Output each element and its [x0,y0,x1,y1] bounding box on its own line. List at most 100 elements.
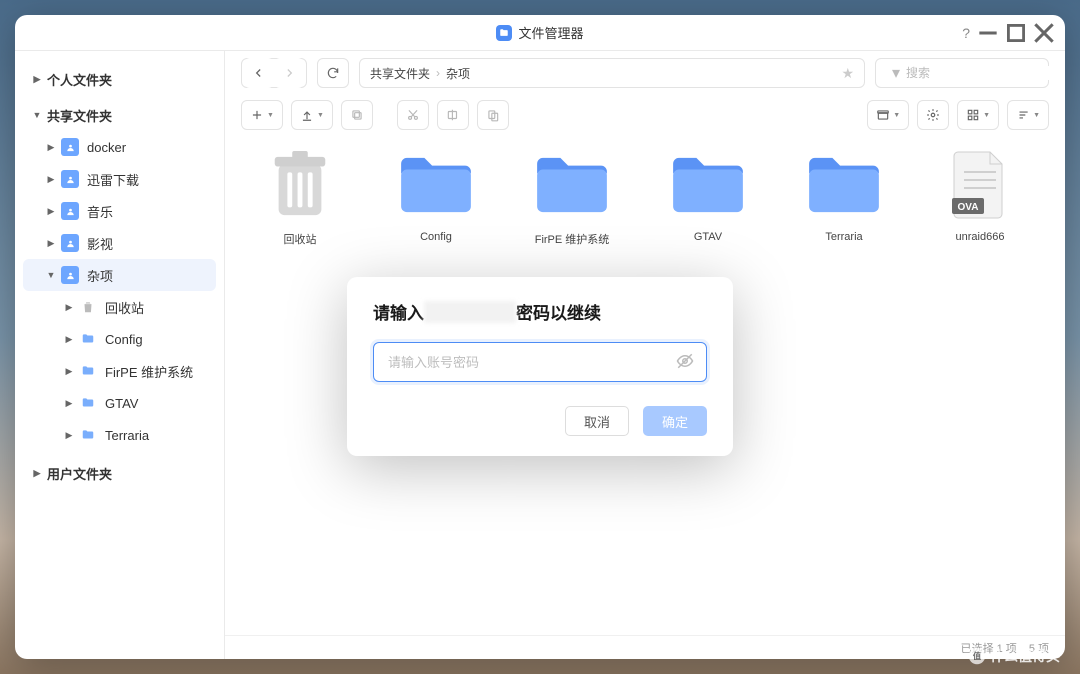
sidebar-item-config[interactable]: ▶ Config [23,323,216,355]
caret-right-icon: ▶ [63,334,75,345]
share-folder-icon [61,202,79,220]
sidebar-item-label: 迅雷下载 [87,170,139,189]
sidebar-item-firpe[interactable]: ▶ FirPE 维护系统 [23,355,216,387]
rename-button[interactable] [437,100,469,130]
sidebar-item-gtav[interactable]: ▶ GTAV [23,387,216,419]
sidebar-item-music[interactable]: ▶ 音乐 [23,195,216,227]
sidebar-item-label: 影视 [87,234,113,253]
breadcrumb[interactable]: 共享文件夹 › 杂项 ★ [359,58,865,88]
cut-button[interactable] [397,100,429,130]
share-folder-icon [61,266,79,284]
dropdown-caret-icon: ▼ [893,112,900,119]
back-button[interactable] [244,58,274,88]
sidebar-section-shared[interactable]: ▼ 共享文件夹 [23,99,216,131]
caret-right-icon: ▶ [63,366,75,377]
sidebar-item-video[interactable]: ▶ 影视 [23,227,216,259]
forward-button[interactable] [274,58,304,88]
maximize-button[interactable] [1003,20,1029,46]
dropdown-caret-icon: ▼ [317,112,324,119]
caret-right-icon: ▶ [45,206,57,217]
sidebar-section-personal[interactable]: ▶ 个人文件夹 [23,63,216,95]
refresh-button[interactable] [317,58,349,88]
grid-item-label: GTAV [694,231,722,243]
share-folder-icon [61,138,79,156]
caret-right-icon: ▶ [63,430,75,441]
copy-button[interactable] [341,100,373,130]
titlebar: 文件管理器 ? [15,15,1065,51]
share-folder-icon [61,170,79,188]
password-modal: 请输入密码以继续 取消 确定 [347,277,733,456]
caret-right-icon: ▶ [31,468,43,479]
sidebar-item-recycle[interactable]: ▶ 回收站 [23,291,216,323]
password-input[interactable] [388,355,666,370]
caret-down-icon: ▼ [45,270,57,280]
dropdown-caret-icon: ▼ [1033,112,1040,119]
search-dropdown-icon[interactable]: ▾ [892,63,900,83]
sidebar-item-label: 杂项 [87,266,113,285]
dropdown-caret-icon: ▼ [267,112,274,119]
favorite-star-icon[interactable]: ★ [841,65,854,82]
folder-icon [79,330,97,348]
view-grid-button[interactable]: ▼ [957,100,999,130]
grid-item-label: Config [420,231,452,243]
grid-item-label: 回收站 [284,231,317,247]
svg-text:OVA: OVA [958,202,979,213]
grid-item-label: Terraria [825,231,862,243]
caret-right-icon: ▶ [31,74,43,85]
minimize-button[interactable] [975,20,1001,46]
folder-icon [79,426,97,444]
grid-item-gtav[interactable]: GTAV [653,145,763,247]
nav-toolbar: 共享文件夹 › 杂项 ★ ▾ [225,51,1065,95]
ova-file-icon: OVA [952,150,1008,220]
statusbar: 已选择 1 项 5 项 [225,635,1065,659]
upload-button[interactable]: ▼ [291,100,333,130]
modal-title: 请输入密码以继续 [373,299,707,324]
trash-icon [79,298,97,316]
breadcrumb-sep-icon: › [436,66,440,80]
dropdown-caret-icon: ▼ [983,112,990,119]
caret-right-icon: ▶ [45,142,57,153]
sidebar-section-users[interactable]: ▶ 用户文件夹 [23,457,216,489]
folder-icon [79,394,97,412]
settings-button[interactable] [917,100,949,130]
app-icon [496,25,512,41]
search-box[interactable]: ▾ [875,58,1049,88]
sidebar-item-label: Config [105,332,143,347]
cancel-button[interactable]: 取消 [565,406,629,436]
share-folder-icon [61,234,79,252]
caret-right-icon: ▶ [63,398,75,409]
sidebar-item-label: 回收站 [105,298,144,317]
grid-item-label: unraid666 [956,231,1005,243]
caret-right-icon: ▶ [63,302,75,313]
grid-item-firpe[interactable]: FirPE 维护系统 [517,145,627,247]
password-input-wrap[interactable] [373,342,707,382]
archive-button[interactable]: ▼ [867,100,909,130]
close-button[interactable] [1031,20,1057,46]
grid-item-recycle[interactable]: 回收站 [245,145,355,247]
sidebar-item-label: FirPE 维护系统 [105,362,193,381]
sidebar-item-xunlei[interactable]: ▶ 迅雷下载 [23,163,216,195]
new-button[interactable]: ▼ [241,100,283,130]
sidebar-item-docker[interactable]: ▶ docker [23,131,216,163]
help-icon[interactable]: ? [962,25,970,41]
eye-icon[interactable] [676,352,694,373]
app-window: 文件管理器 ? ▶ 个人文件夹 ▼ 共享文件夹 [15,15,1065,659]
grid-item-terraria[interactable]: Terraria [789,145,899,247]
svg-text:值: 值 [973,651,982,661]
sidebar-item-label: docker [87,140,126,155]
sidebar-item-label: GTAV [105,396,138,411]
paste-button[interactable] [477,100,509,130]
sort-button[interactable]: ▼ [1007,100,1049,130]
nav-history-group [241,58,307,88]
grid-item-label: FirPE 维护系统 [535,231,610,247]
sidebar-item-label: 音乐 [87,202,113,221]
grid-item-ova[interactable]: OVA unraid666 [925,145,1035,247]
sidebar-item-misc[interactable]: ▼ 杂项 [23,259,216,291]
breadcrumb-segment[interactable]: 共享文件夹 [370,65,430,82]
grid-item-config[interactable]: Config [381,145,491,247]
search-input[interactable] [906,66,1061,80]
breadcrumb-segment[interactable]: 杂项 [446,65,470,82]
sidebar-item-terraria[interactable]: ▶ Terraria [23,419,216,451]
confirm-button[interactable]: 确定 [643,406,707,436]
sidebar-section-label: 共享文件夹 [47,106,112,125]
